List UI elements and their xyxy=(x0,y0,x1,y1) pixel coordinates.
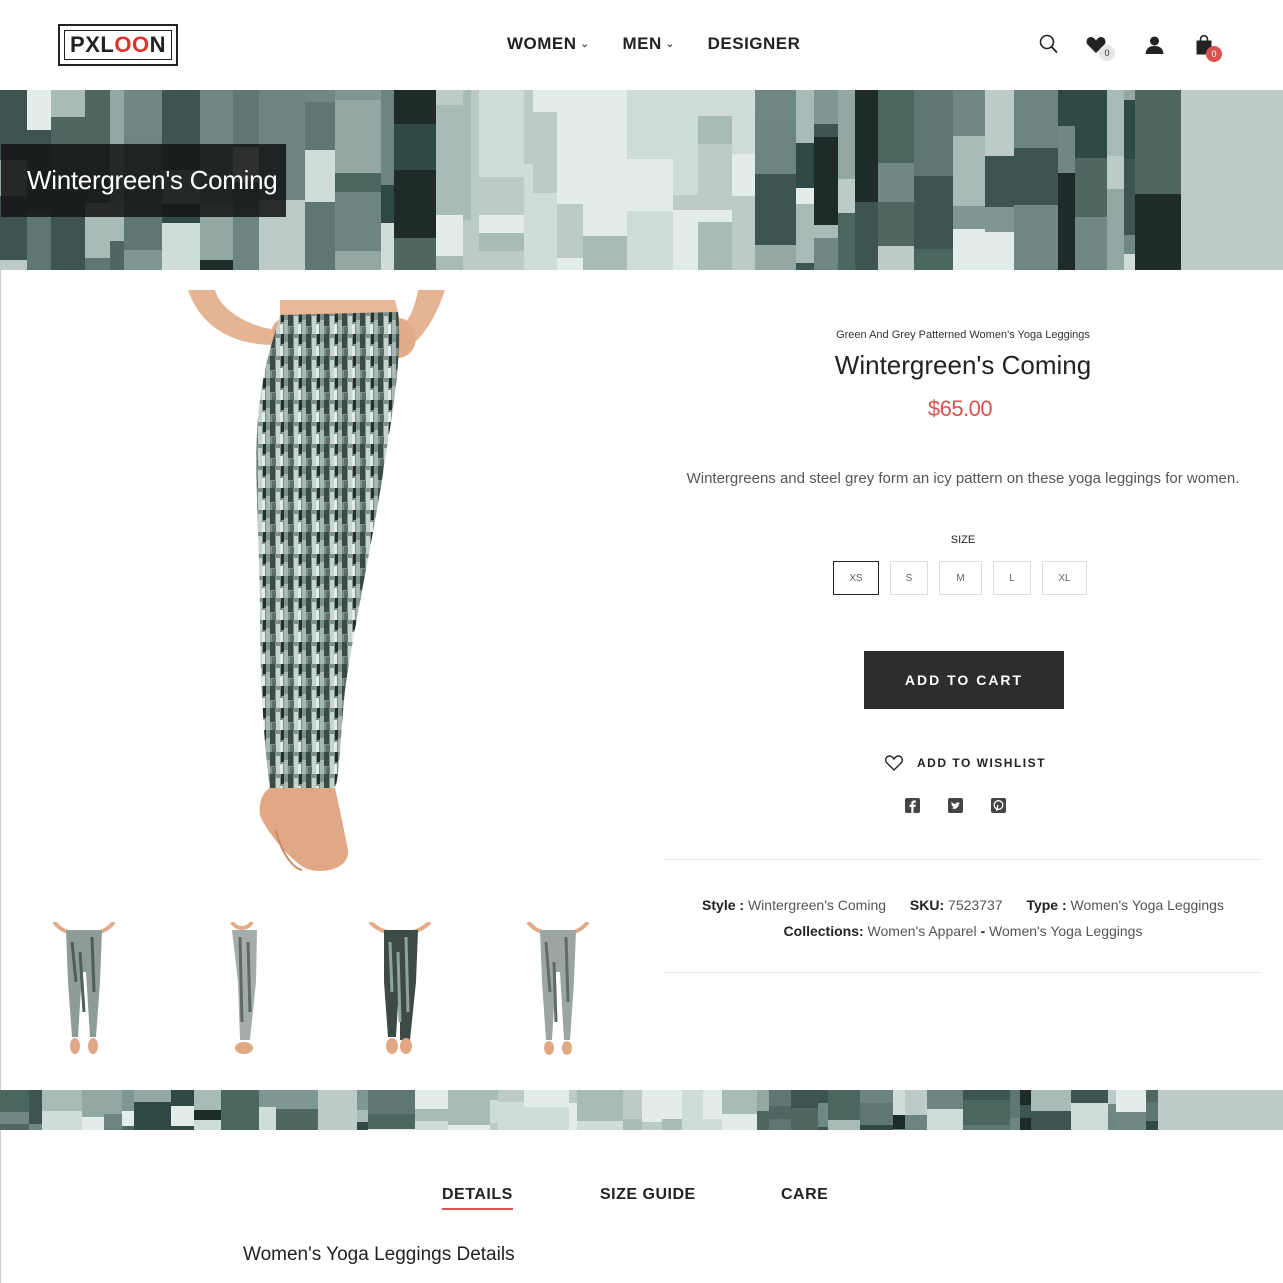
pattern-strip-graphic xyxy=(0,1090,1283,1130)
meta-style-label: Style : xyxy=(702,897,745,913)
meta-sku-value: 7523737 xyxy=(948,897,1003,913)
pattern-strip xyxy=(0,1090,1283,1130)
meta-collections-label: Collections: xyxy=(783,923,864,939)
banner-title-box: Wintergreen's Coming xyxy=(1,144,286,217)
user-icon[interactable] xyxy=(1145,36,1164,59)
product-description: Wintergreens and steel grey form an icy … xyxy=(686,470,1240,487)
product-subtitle: Green And Grey Patterned Women's Yoga Le… xyxy=(836,329,1090,341)
tab-details[interactable]: DETAILS xyxy=(442,1186,513,1210)
thumbnail-2[interactable] xyxy=(173,922,310,1060)
size-option-m[interactable]: M xyxy=(939,561,982,595)
size-selector: XS S M L XL xyxy=(833,561,1087,595)
size-option-xl[interactable]: XL xyxy=(1042,561,1087,595)
nav-designer-label: DESIGNER xyxy=(707,34,801,53)
social-share xyxy=(905,798,1006,813)
meta-style-value[interactable]: Wintergreen's Coming xyxy=(748,897,886,913)
meta-type-label: Type : xyxy=(1026,897,1067,913)
heart-outline-icon xyxy=(885,755,903,771)
chevron-down-icon: ⌄ xyxy=(665,38,675,50)
product-thumbnails xyxy=(15,922,635,1062)
facebook-icon[interactable] xyxy=(905,798,920,813)
pinterest-icon[interactable] xyxy=(991,798,1006,813)
hero-banner: Wintergreen's Coming xyxy=(0,90,1283,270)
meta-collection-link-2[interactable]: Women's Yoga Leggings xyxy=(989,923,1142,939)
thumbnail-4[interactable] xyxy=(489,922,626,1060)
chevron-down-icon: ⌄ xyxy=(580,38,590,50)
site-header: PXLOON WOMEN ⌄ MEN ⌄ DESIGNER 0 0 xyxy=(0,0,1283,90)
meta-sku-label: SKU: xyxy=(909,897,945,913)
wishlist-header-button[interactable]: 0 xyxy=(1086,36,1115,61)
leggings-image xyxy=(188,290,445,871)
site-logo[interactable]: PXLOON xyxy=(58,24,178,66)
product-price: $65.00 xyxy=(927,396,993,421)
add-to-wishlist-label: ADD TO WISHLIST xyxy=(917,756,1046,770)
details-heading: Women's Yoga Leggings Details xyxy=(243,1244,515,1265)
logo-text: PXLOON xyxy=(70,32,166,57)
meta-collection-link-1[interactable]: Women's Apparel xyxy=(868,923,977,939)
size-option-xs[interactable]: XS xyxy=(833,561,879,595)
search-icon[interactable] xyxy=(1039,34,1058,59)
tab-size-guide[interactable]: SIZE GUIDE xyxy=(600,1186,696,1204)
product-meta: Style : Wintergreen's Coming SKU: 752373… xyxy=(663,892,1263,944)
nav-designer[interactable]: DESIGNER xyxy=(708,34,801,54)
meta-collection-separator: - xyxy=(980,923,986,939)
product-main-image[interactable] xyxy=(180,290,450,880)
tab-care[interactable]: CARE xyxy=(781,1186,828,1204)
banner-title: Wintergreen's Coming xyxy=(27,165,278,195)
nav-men[interactable]: MEN ⌄ xyxy=(622,34,674,54)
wishlist-count-badge: 0 xyxy=(1099,45,1115,61)
product-title: Wintergreen's Coming xyxy=(834,350,1092,380)
meta-row-1: Style : Wintergreen's Coming SKU: 752373… xyxy=(663,892,1263,918)
main-nav: WOMEN ⌄ MEN ⌄ DESIGNER xyxy=(507,34,800,54)
meta-type-value[interactable]: Women's Yoga Leggings xyxy=(1071,897,1224,913)
size-option-s[interactable]: S xyxy=(890,561,928,595)
meta-row-2: Collections: Women's Apparel - Women's Y… xyxy=(663,918,1263,944)
divider-top xyxy=(663,859,1261,860)
twitter-icon[interactable] xyxy=(948,798,963,813)
size-label: SIZE xyxy=(950,534,976,546)
size-option-l[interactable]: L xyxy=(993,561,1031,595)
divider-bottom xyxy=(663,972,1261,973)
thumbnail-3[interactable] xyxy=(331,922,468,1060)
thumbnail-1[interactable] xyxy=(15,922,152,1060)
nav-women-label: WOMEN xyxy=(507,34,577,53)
add-to-cart-button[interactable]: ADD TO CART xyxy=(864,651,1064,709)
add-to-wishlist-button[interactable]: ADD TO WISHLIST xyxy=(885,755,1046,771)
cart-button[interactable]: 0 xyxy=(1196,34,1222,62)
nav-women[interactable]: WOMEN ⌄ xyxy=(507,34,589,54)
cart-count-badge: 0 xyxy=(1206,46,1222,62)
nav-men-label: MEN xyxy=(622,34,662,53)
